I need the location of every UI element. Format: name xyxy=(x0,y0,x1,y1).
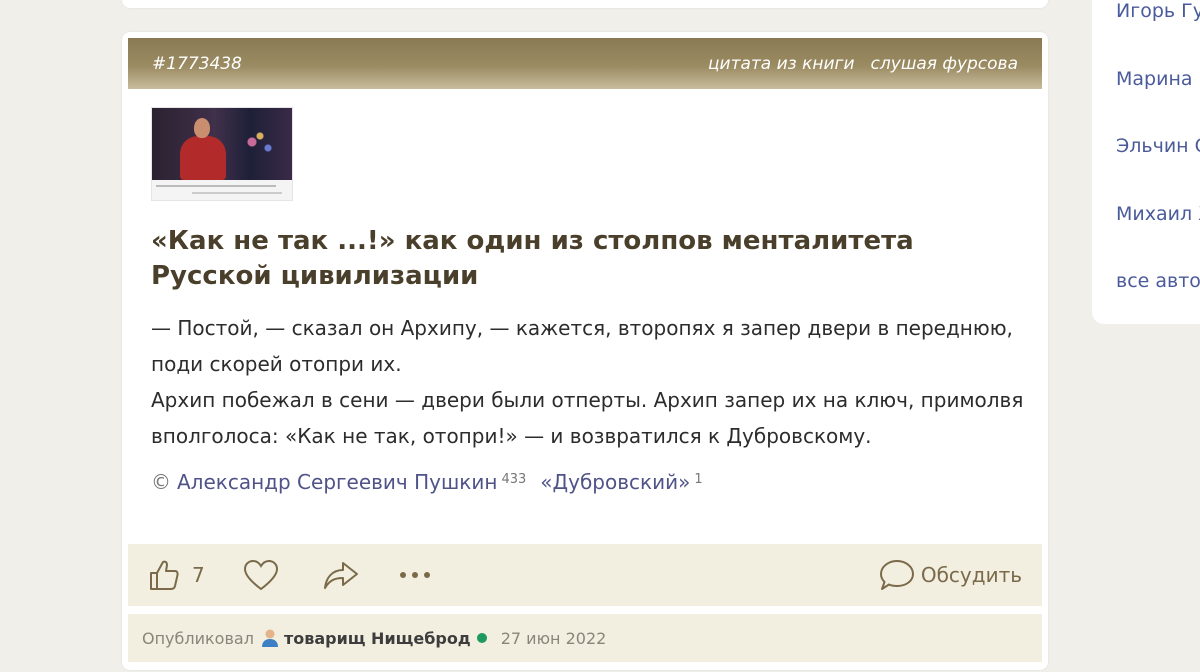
speaker-head xyxy=(194,118,210,138)
share-button[interactable] xyxy=(323,560,359,590)
publisher-name: товарищ Нищеброд xyxy=(283,628,471,648)
more-button[interactable] xyxy=(399,571,431,579)
published-label: Опубликовал xyxy=(142,628,254,648)
all-authors-link[interactable]: все автор xyxy=(1116,270,1200,292)
tag-book-quote[interactable]: цитата из книги xyxy=(708,54,855,74)
quote-text: — Постой, — сказал он Архипу, — кажется,… xyxy=(151,310,1031,454)
sidebar-authors: Игорь Гу Марина Эльчин С Михаил Х все ав… xyxy=(1092,0,1200,324)
speaker-figure xyxy=(180,136,226,180)
book-link[interactable]: «Дубровский» xyxy=(540,470,690,494)
book-quote-count: 1 xyxy=(694,472,703,487)
quote-header: #1773438 цитата из книги слушая фурсова xyxy=(128,38,1042,89)
sidebar-author-link[interactable]: Игорь Гу xyxy=(1116,0,1200,22)
publish-date: 27 июн 2022 xyxy=(500,628,607,648)
stage-lights xyxy=(240,130,280,160)
online-status-dot xyxy=(476,633,487,643)
quote-id[interactable]: #1773438 xyxy=(152,54,242,74)
action-bar: 7 Обсудить xyxy=(128,544,1042,606)
quote-source: © Александр Сергеевич Пушкин 433 «Дубров… xyxy=(151,470,717,494)
video-thumbnail[interactable] xyxy=(151,107,293,201)
favorite-button[interactable] xyxy=(243,559,279,591)
discuss-button[interactable]: Обсудить xyxy=(879,558,1022,592)
more-dots-icon xyxy=(399,572,430,578)
previous-card xyxy=(122,0,1048,8)
discuss-label: Обсудить xyxy=(920,563,1022,587)
thumbs-up-icon xyxy=(150,560,179,590)
quote-card: #1773438 цитата из книги слушая фурсова … xyxy=(122,32,1048,670)
tag-list: цитата из книги слушая фурсова xyxy=(708,54,1018,74)
author-quote-count: 433 xyxy=(501,472,527,487)
publish-info: Опубликовал товарищ Нищеброд 27 июн 2022 xyxy=(128,614,1042,662)
video-caption-bar xyxy=(152,180,292,200)
publisher-link[interactable]: товарищ Нищеброд xyxy=(260,628,471,648)
tag-fursov[interactable]: слушая фурсова xyxy=(871,54,1018,74)
copyright-sign: © xyxy=(151,470,171,494)
user-avatar-icon xyxy=(261,629,278,647)
quote-title[interactable]: «Как не так ...!» как один из столпов ме… xyxy=(151,224,1011,294)
author-link[interactable]: Александр Сергеевич Пушкин xyxy=(177,470,497,494)
sidebar-author-link[interactable]: Марина xyxy=(1116,68,1193,90)
quote-paragraph: — Постой, — сказал он Архипу, — кажется,… xyxy=(151,316,1013,376)
comment-bubble-icon xyxy=(879,560,914,590)
share-arrow-icon xyxy=(323,562,358,589)
like-count: 7 xyxy=(192,563,205,587)
heart-icon xyxy=(243,559,278,591)
quote-paragraph: Архип побежал в сени — двери были отперт… xyxy=(151,388,1024,448)
like-button[interactable]: 7 xyxy=(148,558,205,592)
sidebar-author-link[interactable]: Михаил Х xyxy=(1116,203,1200,225)
sidebar-author-link[interactable]: Эльчин С xyxy=(1116,135,1200,157)
